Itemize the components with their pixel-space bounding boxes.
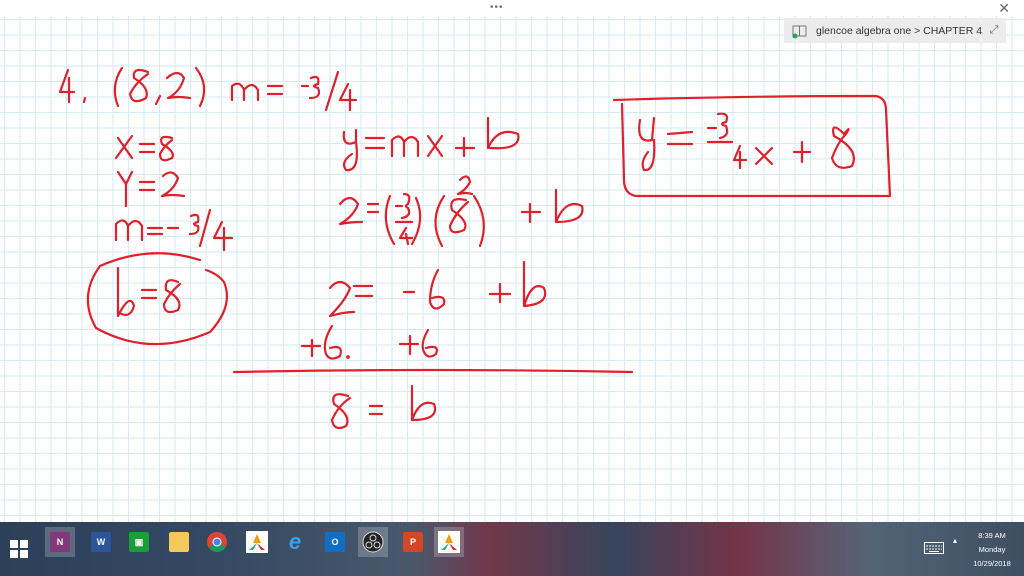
taskbar-app-internet-explorer[interactable]: e xyxy=(280,527,310,557)
taskbar-app-powerpoint[interactable]: P xyxy=(398,527,428,557)
ink-problem-number xyxy=(58,68,87,104)
keyboard-icon xyxy=(924,542,944,554)
word-icon: W xyxy=(91,532,111,552)
clock-time: 8:39 AM xyxy=(978,531,1006,540)
taskbar: N W ▣ e O P ▴ 8:39 AM Monday 10/29/2018 xyxy=(0,522,1024,576)
chrome-icon xyxy=(207,532,227,552)
ink-substitution xyxy=(338,175,584,248)
ink-sum-line xyxy=(232,368,634,374)
taskbar-app-chrome[interactable] xyxy=(202,527,232,557)
ink-slope xyxy=(230,70,358,112)
ink-point xyxy=(113,66,206,108)
taskbar-app-outlook[interactable]: O xyxy=(320,527,350,557)
show-hidden-icons-button[interactable]: ▴ xyxy=(953,536,957,545)
ink-simplified xyxy=(328,260,547,318)
ie-icon: e xyxy=(288,529,302,554)
ink-result xyxy=(330,384,437,430)
app-logo-icon xyxy=(438,531,460,553)
taskbar-app-file-explorer[interactable] xyxy=(164,527,194,557)
chevron-up-icon: ▴ xyxy=(953,536,958,545)
windows-icon xyxy=(10,540,28,558)
taskbar-app-obs[interactable] xyxy=(358,527,388,557)
start-button[interactable] xyxy=(4,534,34,564)
clock-date: 10/29/2018 xyxy=(973,559,1011,568)
folder-icon xyxy=(169,532,189,552)
handwriting-ink xyxy=(58,66,892,430)
ink-boxed-answer xyxy=(612,94,892,198)
clock[interactable]: 8:39 AM Monday 10/29/2018 xyxy=(964,529,1020,571)
touch-keyboard-button[interactable] xyxy=(924,542,944,556)
app-logo-icon xyxy=(246,531,268,553)
ink-circled-answer xyxy=(86,252,228,346)
powerpoint-icon: P xyxy=(403,532,423,552)
ink-add-both-sides xyxy=(300,324,438,360)
onenote-icon: N xyxy=(50,532,70,552)
taskbar-app-word[interactable]: W xyxy=(86,527,116,557)
clock-day: Monday xyxy=(978,545,1006,554)
outlook-icon: O xyxy=(325,532,345,552)
ink-givens xyxy=(114,134,234,252)
taskbar-app-ms-2[interactable] xyxy=(434,527,464,557)
taskbar-app-onenote[interactable]: N xyxy=(45,527,75,557)
taskbar-app-ms[interactable] xyxy=(242,527,272,557)
ink-slope-intercept-form xyxy=(342,116,520,172)
taskbar-app-store[interactable]: ▣ xyxy=(124,527,154,557)
store-icon: ▣ xyxy=(129,532,149,552)
obs-icon xyxy=(362,531,384,553)
